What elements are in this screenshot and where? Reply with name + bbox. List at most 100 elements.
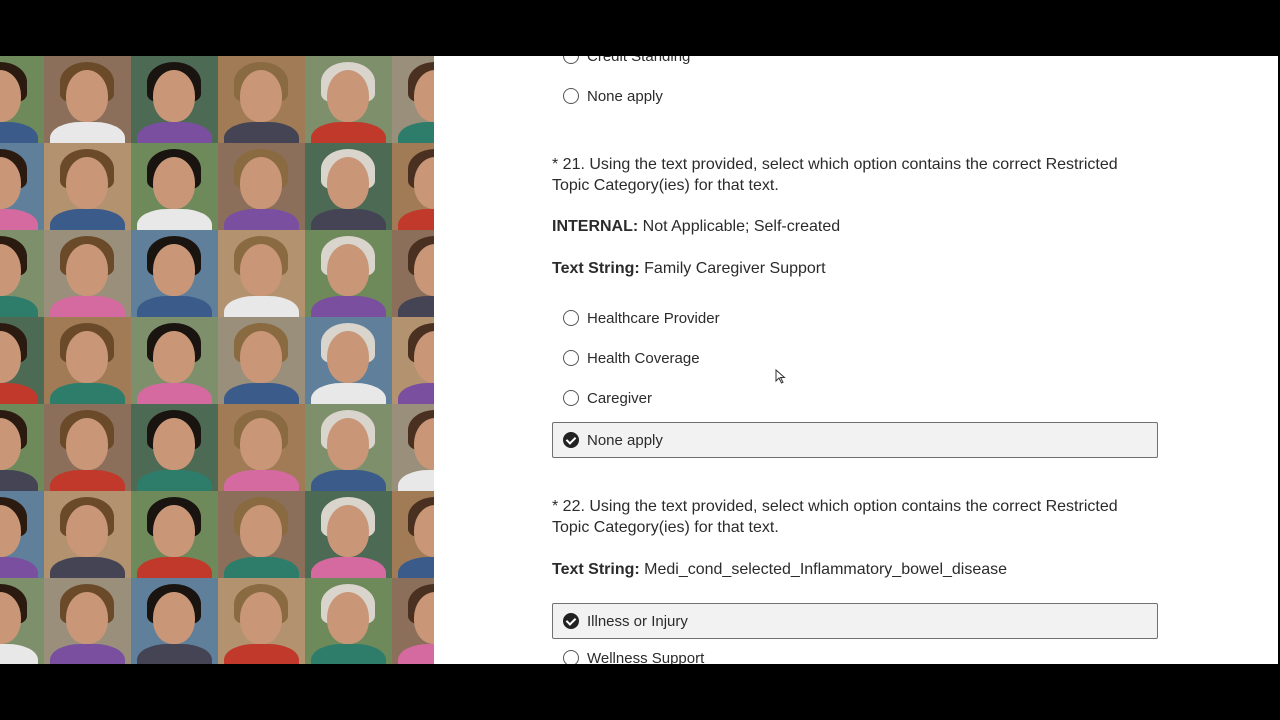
shirt-shape	[311, 122, 386, 143]
checked-radio-icon[interactable]	[563, 613, 579, 629]
shirt-shape	[311, 470, 386, 491]
face-photo-tile	[218, 578, 305, 664]
face-photo-tile	[218, 230, 305, 317]
shirt-shape	[398, 122, 434, 143]
question-22-text: * 22. Using the text provided, select wh…	[552, 498, 1118, 536]
face-photo-tile	[0, 404, 44, 491]
face-shape	[153, 70, 195, 122]
shirt-shape	[224, 122, 299, 143]
option-none-apply-selected[interactable]: None apply	[552, 422, 1158, 458]
shirt-shape	[0, 209, 38, 230]
shirt-shape	[311, 383, 386, 404]
shirt-shape	[137, 557, 212, 578]
letterbox-top	[0, 0, 1280, 56]
radio-icon[interactable]	[563, 310, 579, 326]
face-photo-tile	[44, 56, 131, 143]
face-photo-tile	[305, 56, 392, 143]
shirt-shape	[50, 383, 125, 404]
option-credit-standing[interactable]: Credit Standing	[552, 56, 1158, 74]
checked-radio-icon[interactable]	[563, 432, 579, 448]
shirt-shape	[137, 122, 212, 143]
option-health-coverage[interactable]: Health Coverage	[552, 340, 1158, 376]
radio-icon[interactable]	[563, 88, 579, 104]
face-photo-tile	[392, 143, 434, 230]
radio-icon[interactable]	[563, 650, 579, 664]
option-illness-or-injury-selected[interactable]: Illness or Injury	[552, 603, 1158, 639]
shirt-shape	[137, 644, 212, 664]
face-shape	[66, 244, 108, 296]
face-shape	[327, 418, 369, 470]
shirt-shape	[398, 470, 434, 491]
shirt-shape	[50, 209, 125, 230]
face-photo-tile	[44, 317, 131, 404]
shirt-shape	[311, 296, 386, 317]
survey-form: Credit Standing None apply * 21. Using t…	[434, 56, 1278, 664]
shirt-shape	[50, 557, 125, 578]
radio-icon[interactable]	[563, 350, 579, 366]
radio-icon[interactable]	[563, 56, 579, 64]
face-shape	[240, 244, 282, 296]
face-shape	[327, 244, 369, 296]
face-photo-tile	[305, 143, 392, 230]
face-photo-tile	[131, 491, 218, 578]
face-photo-tile	[0, 56, 44, 143]
face-shape	[66, 70, 108, 122]
option-label: Health Coverage	[587, 349, 700, 367]
face-photo-tile	[305, 230, 392, 317]
shirt-shape	[398, 383, 434, 404]
option-label: Illness or Injury	[587, 612, 688, 630]
shirt-shape	[0, 122, 38, 143]
shirt-shape	[50, 470, 125, 491]
face-photo-tile	[218, 317, 305, 404]
face-shape	[327, 70, 369, 122]
face-photo-tile	[0, 491, 44, 578]
face-photo-tile	[218, 56, 305, 143]
face-shape	[240, 70, 282, 122]
face-shape	[240, 331, 282, 383]
shirt-shape	[0, 470, 38, 491]
option-label: Credit Standing	[587, 56, 691, 65]
face-shape	[66, 505, 108, 557]
question-21-text: * 21. Using the text provided, select wh…	[552, 156, 1118, 194]
shirt-shape	[50, 122, 125, 143]
shirt-shape	[137, 383, 212, 404]
letterbox-bottom	[0, 664, 1280, 720]
shirt-shape	[398, 644, 434, 664]
face-photo-tile	[305, 491, 392, 578]
shirt-shape	[224, 470, 299, 491]
face-photo-tile	[218, 143, 305, 230]
q21-text-string-line: Text String: Family Caregiver Support	[552, 260, 826, 278]
face-photo-tile	[131, 230, 218, 317]
face-photo-tile	[44, 230, 131, 317]
face-photo-tile	[392, 404, 434, 491]
face-shape	[66, 592, 108, 644]
face-shape	[66, 418, 108, 470]
face-photo-tile	[0, 143, 44, 230]
shirt-shape	[311, 209, 386, 230]
face-photo-tile	[218, 491, 305, 578]
shirt-shape	[137, 470, 212, 491]
option-label: None apply	[587, 87, 663, 105]
face-photo-tile	[392, 56, 434, 143]
face-shape	[327, 331, 369, 383]
face-shape	[240, 418, 282, 470]
face-photo-tile	[0, 578, 44, 664]
option-caregiver[interactable]: Caregiver	[552, 380, 1158, 416]
face-shape	[153, 244, 195, 296]
shirt-shape	[50, 644, 125, 664]
option-wellness-support[interactable]: Wellness Support	[552, 640, 1158, 664]
radio-icon[interactable]	[563, 390, 579, 406]
shirt-shape	[398, 557, 434, 578]
face-photo-tile	[0, 230, 44, 317]
option-label: Caregiver	[587, 389, 653, 407]
option-label: None apply	[587, 431, 663, 449]
face-photo-tile	[131, 56, 218, 143]
shirt-shape	[137, 209, 212, 230]
face-shape	[327, 157, 369, 209]
shirt-shape	[0, 557, 38, 578]
option-healthcare-provider[interactable]: Healthcare Provider	[552, 300, 1158, 336]
face-shape	[240, 157, 282, 209]
text-string-label: Text String:	[552, 561, 640, 578]
option-none-apply-prev[interactable]: None apply	[552, 78, 1158, 114]
shirt-shape	[224, 557, 299, 578]
